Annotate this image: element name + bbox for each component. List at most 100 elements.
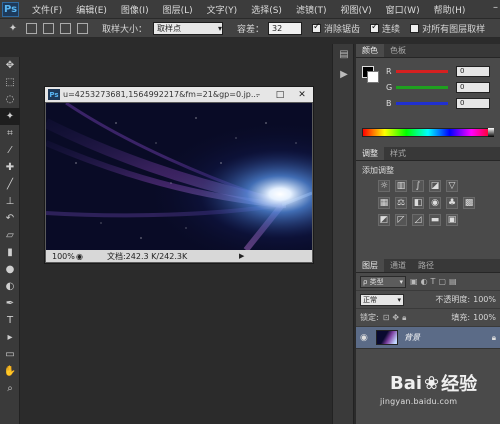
status-arrow-icon[interactable]: ▶: [239, 252, 244, 260]
sample-size-select[interactable]: 取样点 ▾: [153, 21, 224, 35]
filter-smart-icon[interactable]: ▤: [449, 277, 457, 286]
red-value-input[interactable]: 0: [456, 65, 490, 77]
layer-background[interactable]: ◉ 背景 🔒︎: [356, 327, 500, 349]
add-selection-icon[interactable]: [43, 22, 54, 34]
brush-icon[interactable]: ╱: [0, 176, 20, 193]
tab-adjustments[interactable]: 调整: [356, 147, 384, 160]
crop-icon[interactable]: ⌗: [0, 125, 20, 142]
red-slider[interactable]: [396, 69, 448, 73]
contiguous-checkbox[interactable]: [370, 22, 380, 33]
tab-channels[interactable]: 通道: [384, 259, 412, 272]
document-maximize-button[interactable]: □: [269, 87, 291, 102]
green-slider[interactable]: [396, 85, 448, 89]
document-minimize-button[interactable]: –: [247, 87, 269, 102]
tab-layers[interactable]: 图层: [356, 259, 384, 272]
menu-select[interactable]: 选择(S): [244, 3, 289, 16]
lasso-icon[interactable]: ◌: [0, 91, 20, 108]
eye-icon[interactable]: ◉: [360, 333, 372, 343]
menu-image[interactable]: 图像(I): [114, 3, 156, 16]
levels-icon[interactable]: ▥: [395, 180, 407, 192]
green-value-input[interactable]: 0: [456, 81, 490, 93]
zoom-level[interactable]: 100%: [46, 252, 76, 261]
brightness-icon[interactable]: ☼: [378, 180, 390, 192]
magic-wand-icon[interactable]: ✦: [0, 108, 20, 125]
curves-icon[interactable]: ∫: [412, 180, 424, 192]
menu-help[interactable]: 帮助(H): [427, 3, 473, 16]
blend-mode-select[interactable]: 正常 ▾: [360, 293, 404, 306]
document-titlebar[interactable]: Ps u=4253273681,1564992217&fm=21&gp=0.jp…: [45, 87, 313, 102]
document-window[interactable]: Ps u=4253273681,1564992217&fm=21&gp=0.jp…: [44, 86, 314, 264]
menu-view[interactable]: 视图(V): [333, 3, 378, 16]
lock-position-icon[interactable]: ✥: [392, 313, 399, 322]
layer-name[interactable]: 背景: [404, 332, 420, 343]
opacity-value[interactable]: 100%: [473, 295, 496, 304]
gradient-icon[interactable]: ▮: [0, 244, 20, 261]
color-spectrum-bar[interactable]: [362, 128, 494, 137]
threshold-icon[interactable]: ◿: [412, 214, 424, 226]
type-icon[interactable]: T: [0, 312, 20, 329]
history-brush-icon[interactable]: ↶: [0, 210, 20, 227]
filter-adjust-icon[interactable]: ◐: [421, 277, 428, 286]
menu-file[interactable]: 文件(F): [25, 3, 69, 16]
zoom-icon[interactable]: ⌕: [0, 380, 20, 397]
menu-layer[interactable]: 图层(L): [156, 3, 200, 16]
new-selection-icon[interactable]: [26, 22, 37, 34]
photo-filter-icon[interactable]: ◉: [429, 197, 441, 209]
hand-icon[interactable]: ✋: [0, 363, 20, 380]
status-menu-icon[interactable]: ◉: [76, 252, 83, 261]
black-white-icon[interactable]: ◧: [412, 197, 424, 209]
antialias-checkbox[interactable]: [312, 22, 322, 33]
dodge-icon[interactable]: ◐: [0, 278, 20, 295]
lock-pixels-icon[interactable]: ⊡: [383, 313, 390, 322]
move-icon[interactable]: ✥: [0, 57, 20, 74]
blue-value-input[interactable]: 0: [456, 97, 490, 109]
filter-pixel-icon[interactable]: ▣: [410, 277, 418, 286]
tolerance-input[interactable]: 32: [268, 21, 303, 35]
healing-icon[interactable]: ✚: [0, 159, 20, 176]
exposure-icon[interactable]: ◪: [429, 180, 441, 192]
eyedropper-icon[interactable]: ⁄: [0, 142, 20, 159]
blue-slider[interactable]: [396, 101, 448, 105]
tab-swatches[interactable]: 色板: [384, 44, 412, 57]
vibrance-icon[interactable]: ▽: [446, 180, 458, 192]
minimize-icon[interactable]: –: [493, 2, 498, 13]
filter-type-icon[interactable]: T: [431, 277, 436, 286]
invert-icon[interactable]: ◩: [378, 214, 390, 226]
fill-value[interactable]: 100%: [473, 313, 496, 322]
history-panel-icon[interactable]: ▤: [333, 44, 355, 64]
marquee-icon[interactable]: ⬚: [0, 74, 20, 91]
channel-mixer-icon[interactable]: ♣: [446, 197, 458, 209]
tab-paths[interactable]: 路径: [412, 259, 440, 272]
tab-color[interactable]: 颜色: [356, 44, 384, 57]
pen-icon[interactable]: ✒: [0, 295, 20, 312]
color-lookup-icon[interactable]: ▩: [463, 197, 475, 209]
gradient-map-icon[interactable]: ▬: [429, 214, 441, 226]
all-layers-checkbox[interactable]: [410, 23, 420, 33]
posterize-icon[interactable]: ◸: [395, 214, 407, 226]
path-select-icon[interactable]: ▸: [0, 329, 20, 346]
menu-type[interactable]: 文字(Y): [200, 3, 245, 16]
lock-all-icon[interactable]: 🔒︎: [402, 313, 406, 323]
tab-styles[interactable]: 样式: [384, 147, 412, 160]
red-channel-label: R: [386, 66, 392, 76]
shape-icon[interactable]: ▭: [0, 346, 20, 363]
magic-wand-tool-icon[interactable]: ✦: [6, 21, 20, 35]
subtract-selection-icon[interactable]: [60, 22, 71, 34]
document-close-button[interactable]: ✕: [291, 87, 313, 102]
blur-icon[interactable]: ●: [0, 261, 20, 278]
filter-shape-icon[interactable]: ▢: [438, 277, 446, 286]
menu-edit[interactable]: 编辑(E): [69, 3, 114, 16]
eraser-icon[interactable]: ▱: [0, 227, 20, 244]
background-color-swatch[interactable]: [367, 71, 379, 83]
document-title: u=4253273681,1564992217&fm=21&gp=0.jp...: [63, 90, 259, 99]
layer-kind-filter[interactable]: ρ 类型 ▾: [360, 275, 406, 288]
stamp-icon[interactable]: ⊥: [0, 193, 20, 210]
canvas-image[interactable]: [46, 103, 312, 250]
actions-panel-icon[interactable]: ▶: [333, 64, 355, 84]
menu-window[interactable]: 窗口(W): [379, 3, 427, 16]
color-balance-icon[interactable]: ⚖: [395, 197, 407, 209]
intersect-selection-icon[interactable]: [77, 22, 88, 34]
hue-saturation-icon[interactable]: ▦: [378, 197, 390, 209]
menu-filter[interactable]: 滤镜(T): [289, 3, 334, 16]
selective-color-icon[interactable]: ▣: [446, 214, 458, 226]
